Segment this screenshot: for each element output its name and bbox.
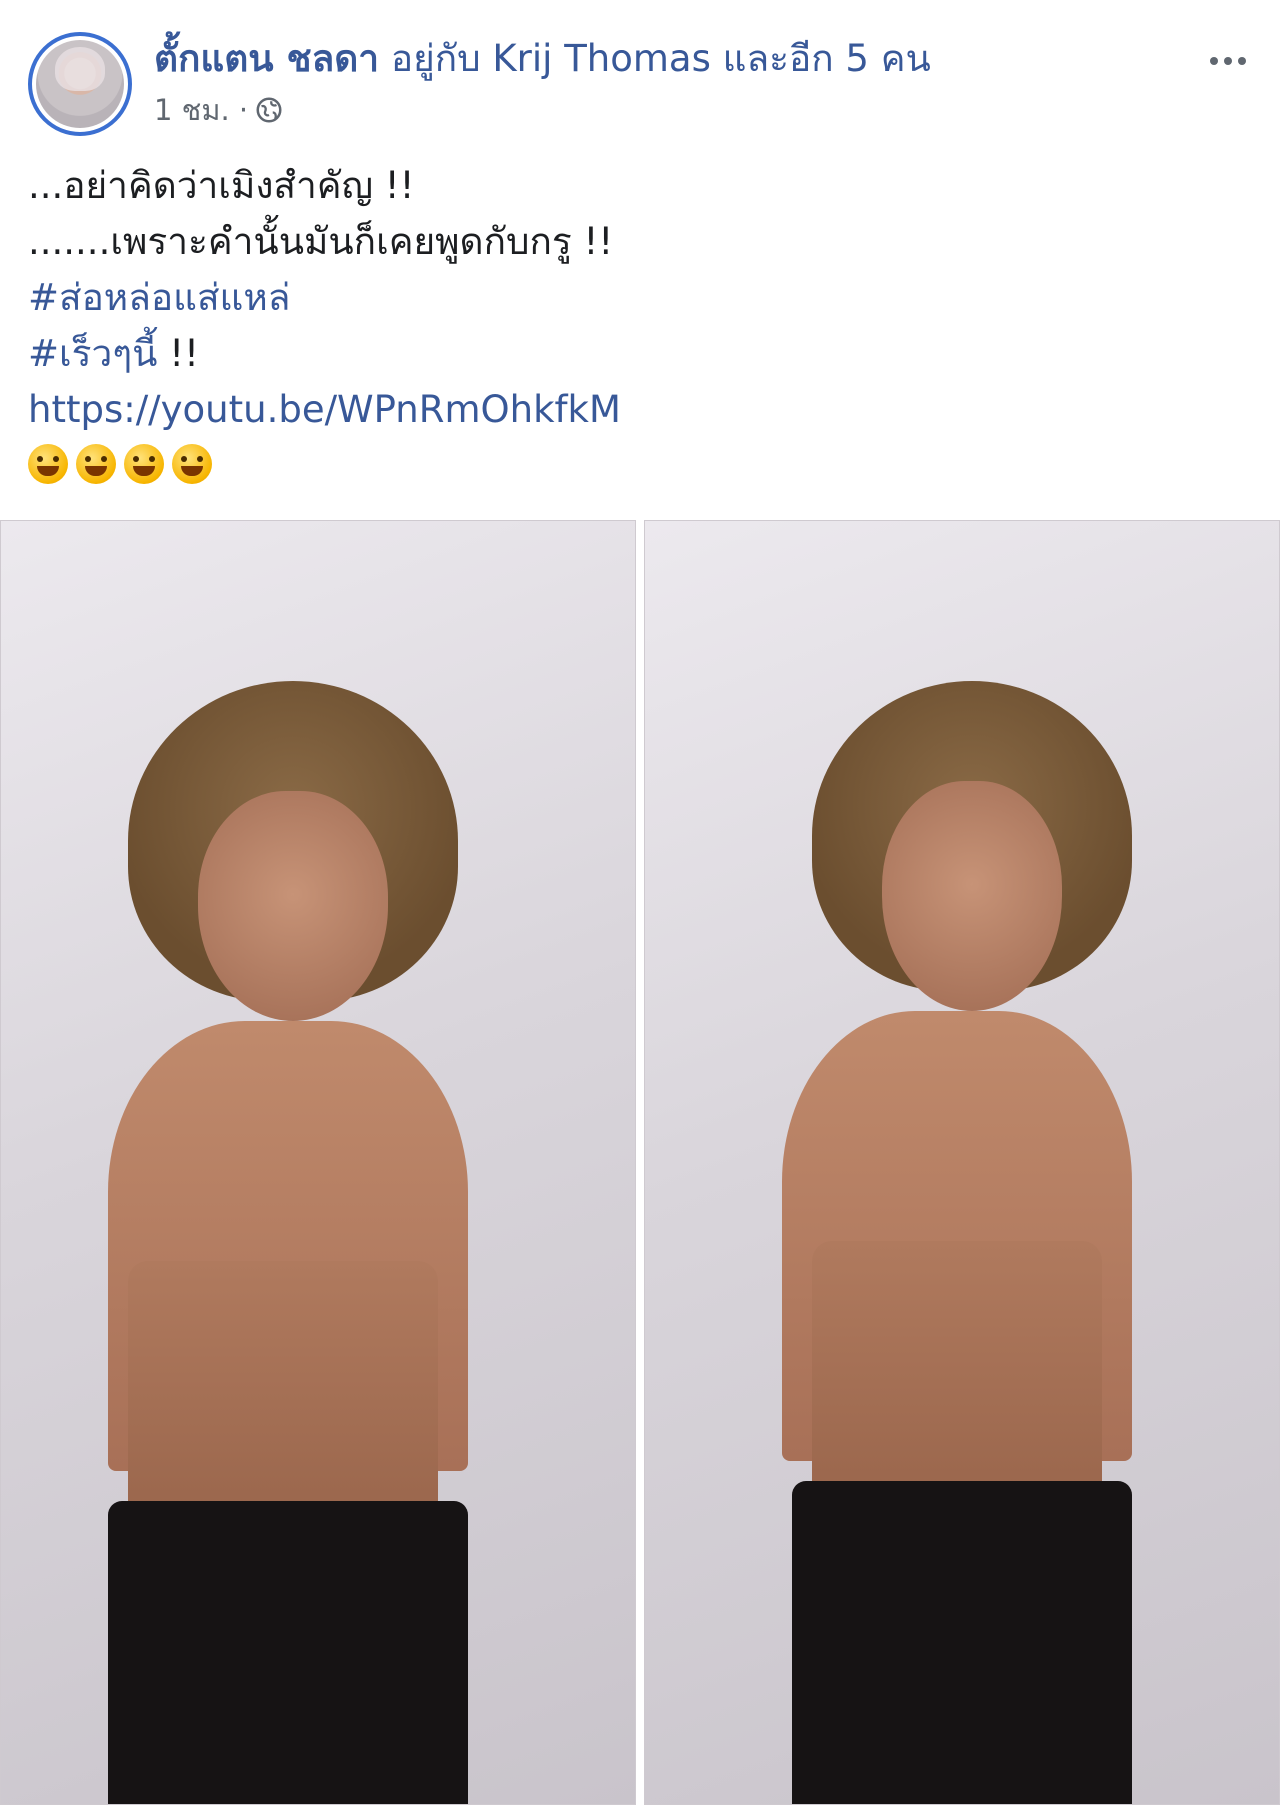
post-header: ตั้กแตน ชลดา อยู่กับ Krij Thomas และอีก … xyxy=(28,28,1260,138)
grinning-face-emoji xyxy=(28,444,68,484)
person-figure xyxy=(68,681,508,1804)
top-shape xyxy=(812,1241,1102,1501)
caption-line-1: ...อย่าคิดว่าเมิงสำคัญ !! xyxy=(28,164,415,207)
tears-of-joy-emoji xyxy=(172,444,212,484)
youtube-link[interactable]: https://youtu.be/WPnRmOhkfkM xyxy=(28,388,621,431)
person-figure xyxy=(732,681,1172,1804)
more-dot xyxy=(1238,57,1246,65)
pants-shape xyxy=(108,1501,468,1804)
hashtag-link[interactable]: #เร็วๆนี้ xyxy=(28,332,157,375)
photo-grid xyxy=(0,520,1280,1805)
author-line: ตั้กแตน ชลดา อยู่กับ Krij Thomas และอีก … xyxy=(154,34,1180,84)
hashtag-suffix: !! xyxy=(157,332,199,375)
author-avatar[interactable] xyxy=(28,32,132,136)
link-line: https://youtu.be/WPnRmOhkfkM xyxy=(28,382,1252,438)
more-dot xyxy=(1224,57,1232,65)
avatar-image xyxy=(36,40,124,128)
post-meta: ตั้กแตน ชลดา อยู่กับ Krij Thomas และอีก … xyxy=(154,34,1180,128)
post-caption: ...อย่าคิดว่าเมิงสำคัญ !! .......เพราะคำ… xyxy=(28,158,1252,484)
facebook-post: ตั้กแตน ชลดา อยู่กับ Krij Thomas และอีก … xyxy=(0,0,1280,1805)
tagged-people-link[interactable]: อยู่กับ Krij Thomas และอีก 5 คน xyxy=(391,37,931,80)
hashtag-link[interactable]: #ส่อหล่อแส่แหล่ xyxy=(28,276,290,319)
more-options-icon[interactable] xyxy=(1200,46,1256,76)
face-shape xyxy=(882,781,1062,1011)
more-dot xyxy=(1210,57,1218,65)
relieved-face-emoji xyxy=(76,444,116,484)
post-timestamp-row: 1 ชม. · xyxy=(154,92,1180,128)
rolling-laughing-emoji xyxy=(124,444,164,484)
top-shape xyxy=(128,1261,438,1521)
hashtag-line-1: #ส่อหล่อแส่แหล่ xyxy=(28,270,1252,326)
pants-shape xyxy=(792,1481,1132,1804)
hashtag-line-2: #เร็วๆนี้ !! xyxy=(28,326,1252,382)
author-name-link[interactable]: ตั้กแตน ชลดา xyxy=(154,37,379,80)
post-photo-left[interactable] xyxy=(0,520,636,1805)
caption-line-2: .......เพราะคำนั้นมันก็เคยพูดกับกรู !! xyxy=(28,220,614,263)
face-shape xyxy=(198,791,388,1021)
globe-icon[interactable] xyxy=(254,95,284,125)
post-photo-right[interactable] xyxy=(644,520,1280,1805)
post-timestamp[interactable]: 1 ชม. · xyxy=(154,92,248,128)
emoji-row xyxy=(28,444,1252,484)
